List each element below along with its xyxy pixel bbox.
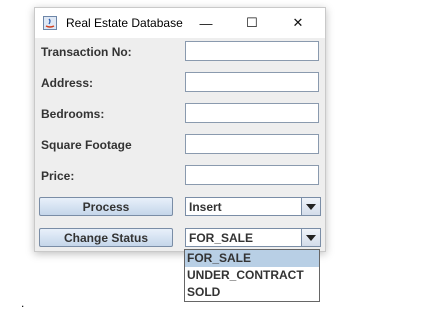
address-label: Address:: [41, 76, 94, 90]
stray-dot: .: [21, 296, 25, 310]
status-option-under-contract[interactable]: UNDER_CONTRACT: [185, 267, 319, 284]
address-field[interactable]: [185, 72, 319, 92]
java-app-icon: [43, 16, 57, 30]
price-label: Price:: [41, 169, 75, 183]
app-window: Real Estate Database — ☐ ✕ Transaction N…: [34, 7, 326, 252]
status-dropdown-list: FOR_SALE UNDER_CONTRACT SOLD: [184, 249, 320, 302]
process-button[interactable]: Process: [39, 197, 173, 216]
chevron-down-icon[interactable]: [301, 198, 320, 215]
action-combo-value: Insert: [189, 200, 222, 214]
action-combo[interactable]: Insert: [185, 197, 321, 216]
status-option-for-sale[interactable]: FOR_SALE: [185, 250, 319, 267]
status-combo[interactable]: FOR_SALE: [185, 228, 321, 247]
close-button[interactable]: ✕: [278, 8, 318, 38]
chevron-down-icon[interactable]: [301, 229, 320, 246]
status-option-sold[interactable]: SOLD: [185, 284, 319, 301]
square-footage-label: Square Footage: [41, 138, 132, 152]
transaction-no-field[interactable]: [185, 41, 319, 61]
window-title: Real Estate Database: [66, 16, 183, 30]
status-combo-value: FOR_SALE: [189, 231, 254, 245]
price-field[interactable]: [185, 165, 319, 185]
transaction-no-label: Transaction No:: [41, 45, 132, 59]
change-status-button[interactable]: Change Status: [39, 228, 173, 247]
square-footage-field[interactable]: [185, 134, 319, 154]
maximize-button[interactable]: ☐: [232, 8, 272, 38]
title-bar[interactable]: Real Estate Database — ☐ ✕: [35, 8, 325, 38]
minimize-button[interactable]: —: [186, 8, 226, 38]
bedrooms-field[interactable]: [185, 103, 319, 123]
bedrooms-label: Bedrooms:: [41, 107, 105, 121]
